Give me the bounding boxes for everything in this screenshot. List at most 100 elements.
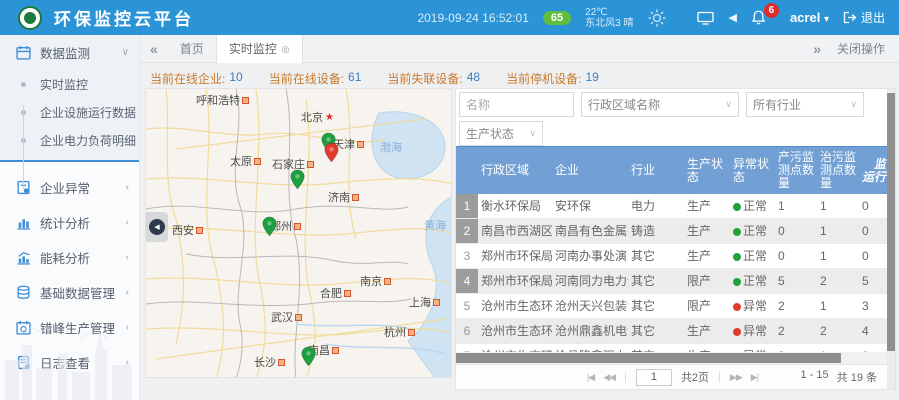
col-header-run-state[interactable]: 监运行 — [859, 147, 889, 194]
sidebar-item-facility-data[interactable]: 企业设施运行数据 — [0, 98, 139, 126]
first-page-button[interactable]: |◀ — [587, 372, 594, 383]
tab-realtime-monitoring[interactable]: 实时监控⊗ — [216, 35, 303, 63]
city-marker-icon — [332, 347, 339, 354]
status-dot-icon — [733, 228, 741, 236]
page-number-input[interactable] — [636, 369, 672, 386]
app-logo-icon — [18, 6, 42, 30]
logout-button[interactable]: 退出 — [843, 9, 885, 26]
city-marker-icon — [408, 329, 415, 336]
table-row[interactable]: 7沧州市生态环保局沧县隆鑫强力加工其它生产异常210 — [456, 344, 889, 352]
map-city-label: 长沙 — [254, 354, 285, 370]
enterprise-table-panel: 行政区域名称∨ 所有行业∨ 生产状态∨ 行政区域 企业 行业 生产状态 异常状态… — [455, 88, 896, 390]
tabs-scroll-right-icon[interactable]: » — [803, 41, 831, 57]
name-search-input[interactable] — [459, 92, 574, 117]
table-row[interactable]: 4郑州市环保局河南同力电力设计其它限产正常525 — [456, 269, 889, 294]
col-header-enterprise[interactable]: 企业 — [552, 147, 628, 194]
map-pin-icon[interactable] — [290, 169, 305, 190]
col-header-region[interactable]: 行政区域 — [478, 147, 552, 194]
datetime-label: 2019-09-24 16:52:01 — [417, 11, 528, 25]
panel-collapse-button[interactable]: ◀ — [146, 212, 168, 242]
notification-bell-icon[interactable]: 6 — [751, 10, 766, 25]
table-cell: 电力 — [628, 194, 684, 218]
sidebar-item-power-load-detail[interactable]: 企业电力负荷明细 — [0, 126, 139, 154]
sidebar-item-energy-analysis[interactable]: 能耗分析‹ — [0, 240, 139, 275]
map-city-label: 杭州 — [384, 324, 415, 340]
horizontal-scrollbar[interactable] — [456, 352, 889, 364]
map-pin-icon[interactable] — [262, 216, 277, 237]
close-operations-menu[interactable]: 关闭操作 — [831, 40, 899, 57]
tab-close-icon[interactable]: ⊗ — [281, 44, 290, 56]
col-header-pollution-points[interactable]: 产污监测点数量 — [775, 147, 817, 194]
table-row[interactable]: 6沧州市生态环保局沧州鼎鑫机电设备其它生产异常224 — [456, 319, 889, 344]
region-select[interactable]: 行政区域名称∨ — [581, 92, 739, 117]
table-cell: 衡水环保局 — [478, 194, 552, 218]
table-cell: 南昌市西湖区环保局 — [478, 219, 552, 243]
col-header-abnormal-status[interactable]: 异常状态 — [730, 147, 775, 194]
table-row[interactable]: 1衡水环保局安环保电力生产正常110 — [456, 194, 889, 219]
horizontal-scrollbar-thumb[interactable] — [456, 353, 841, 363]
vertical-scrollbar-thumb[interactable] — [887, 93, 895, 351]
chevron-down-icon: ∨ — [850, 99, 857, 110]
next-page-button[interactable]: ▶▶ — [730, 372, 742, 383]
table-row[interactable]: 2南昌市西湖区环保局南昌有色金属有限铸造生产正常010 — [456, 219, 889, 244]
industry-select[interactable]: 所有行业∨ — [746, 92, 864, 117]
sidebar-item-enterprise-abnormal[interactable]: 企业异常‹ — [0, 170, 139, 205]
status-dot-icon — [733, 328, 741, 336]
map-pin-icon[interactable] — [324, 142, 339, 163]
table-cell: 3 — [859, 294, 889, 318]
table-cell: 沧州市生态环保局 — [478, 294, 552, 318]
table-cell: 2 — [456, 219, 478, 243]
table-cell: 沧州鼎鑫机电设备 — [552, 319, 628, 343]
sidebar-group-data-monitoring: 数据监测 ∨ 实时监控 企业设施运行数据 企业电力负荷明细 — [0, 35, 139, 162]
top-header: 环保监控云平台 2019-09-24 16:52:01 65 22℃东北风3 晴… — [0, 0, 899, 35]
map-city-label: 渤海 — [380, 139, 402, 155]
map-panel[interactable]: 呼和浩特北京★天津渤海太原石家庄济南西安郑州黄海南京合肥上海武汉杭州南昌长沙 ◀ — [145, 88, 452, 378]
table-cell: 生产 — [684, 344, 730, 352]
tab-bar: « 首页 实时监控⊗ » 关闭操作 — [140, 35, 899, 63]
last-page-button[interactable]: ▶| — [751, 372, 758, 383]
map-city-label: 武汉 — [271, 309, 302, 325]
col-header-treatment-points[interactable]: 治污监测点数量 — [817, 147, 859, 194]
sidebar-item-data-monitoring[interactable]: 数据监测 ∨ — [0, 35, 139, 70]
monitor-icon[interactable] — [697, 11, 714, 25]
table-cell: 0 — [775, 244, 817, 268]
chevron-down-icon: ∨ — [529, 128, 536, 139]
table-cell: 5 — [775, 269, 817, 293]
logout-icon — [843, 11, 857, 24]
table-row[interactable]: 3郑州市环保局河南办事处演示其它生产正常010 — [456, 244, 889, 269]
sidebar-item-statistics[interactable]: 统计分析‹ — [0, 205, 139, 240]
col-header-industry[interactable]: 行业 — [628, 147, 684, 194]
chevron-down-icon: ∨ — [122, 47, 129, 58]
table-cell: 其它 — [628, 269, 684, 293]
table-cell: 郑州市环保局 — [478, 269, 552, 293]
table-cell: 其它 — [628, 244, 684, 268]
table-cell: 河南同力电力设计 — [552, 269, 628, 293]
city-marker-icon — [307, 161, 314, 168]
sidebar-item-basic-data[interactable]: 基础数据管理‹ — [0, 275, 139, 310]
table-cell: 正常 — [730, 219, 775, 243]
map-pin-icon[interactable] — [301, 346, 316, 367]
city-marker-icon — [433, 299, 440, 306]
vertical-scrollbar[interactable] — [887, 89, 895, 389]
calendar-icon — [16, 45, 31, 60]
tab-home[interactable]: 首页 — [168, 35, 216, 63]
city-marker-icon — [384, 278, 391, 285]
table-cell: 沧州天兴包装制品 — [552, 294, 628, 318]
user-menu[interactable]: acrel ▾ — [790, 10, 829, 25]
chevron-left-icon: ‹ — [126, 287, 129, 298]
notification-count-badge: 6 — [764, 3, 779, 18]
tabs-scroll-left-icon[interactable]: « — [140, 41, 168, 57]
col-header-production-status[interactable]: 生产状态 — [684, 147, 730, 194]
table-row[interactable]: 5沧州市生态环保局沧州天兴包装制品其它限产异常213 — [456, 294, 889, 319]
table-cell: 1 — [817, 194, 859, 218]
map-city-label: 西安 — [172, 222, 203, 238]
stat-stopped-devices: 当前停机设备:19 — [506, 70, 599, 87]
table-cell: 2 — [775, 294, 817, 318]
prev-page-button[interactable]: ◀◀ — [603, 372, 615, 383]
speaker-icon[interactable]: ◀ — [728, 11, 736, 24]
city-marker-icon — [278, 359, 285, 366]
stat-online-devices: 当前在线设备:61 — [269, 70, 362, 87]
filter-bar: 行政区域名称∨ 所有行业∨ 生产状态∨ — [459, 92, 887, 150]
production-status-select[interactable]: 生产状态∨ — [459, 121, 543, 146]
sidebar-item-realtime-monitoring[interactable]: 实时监控 — [0, 70, 139, 98]
